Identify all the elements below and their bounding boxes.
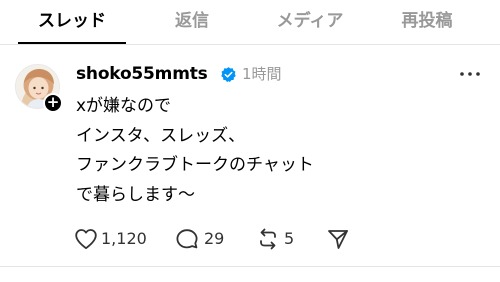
post-text-line: xが嫌なので: [76, 96, 172, 116]
post-text-line: で暮らします〜: [76, 184, 195, 205]
repost-icon: [260, 228, 276, 250]
tab-threads[interactable]: スレッド: [18, 9, 126, 33]
post-divider: [0, 266, 500, 267]
more-horizontal-icon[interactable]: [456, 66, 484, 82]
send-icon: [328, 230, 348, 249]
follow-plus-icon[interactable]: +: [43, 93, 63, 113]
post-timestamp: 1時間: [242, 65, 282, 83]
post-text-line: インスタ、スレッズ、: [76, 125, 246, 146]
reply-count: 29: [204, 229, 225, 248]
tab-replies[interactable]: 返信: [157, 9, 227, 33]
like-count: 1,120: [101, 229, 147, 248]
post-username[interactable]: shoko55mmts: [76, 62, 208, 86]
tab-media[interactable]: メディア: [262, 9, 358, 33]
share-button[interactable]: [326, 226, 352, 252]
verified-badge-icon: [221, 67, 236, 83]
heart-icon: [75, 229, 97, 250]
comment-bubble-icon: [176, 229, 198, 249]
profile-tabs: スレッド 返信 メディア 再投稿: [0, 0, 500, 45]
repost-button[interactable]: 5: [256, 226, 306, 252]
reply-button[interactable]: 29: [175, 226, 235, 252]
repost-count: 5: [284, 229, 295, 248]
like-button[interactable]: 1,120: [74, 226, 154, 252]
post-text: xが嫌なので インスタ、スレッズ、 ファンクラブトークのチャット で暮らします〜: [76, 92, 314, 210]
tab-reposts[interactable]: 再投稿: [387, 9, 467, 33]
tabs-divider: [0, 44, 500, 45]
post-text-line: ファンクラブトークのチャット: [76, 155, 314, 175]
